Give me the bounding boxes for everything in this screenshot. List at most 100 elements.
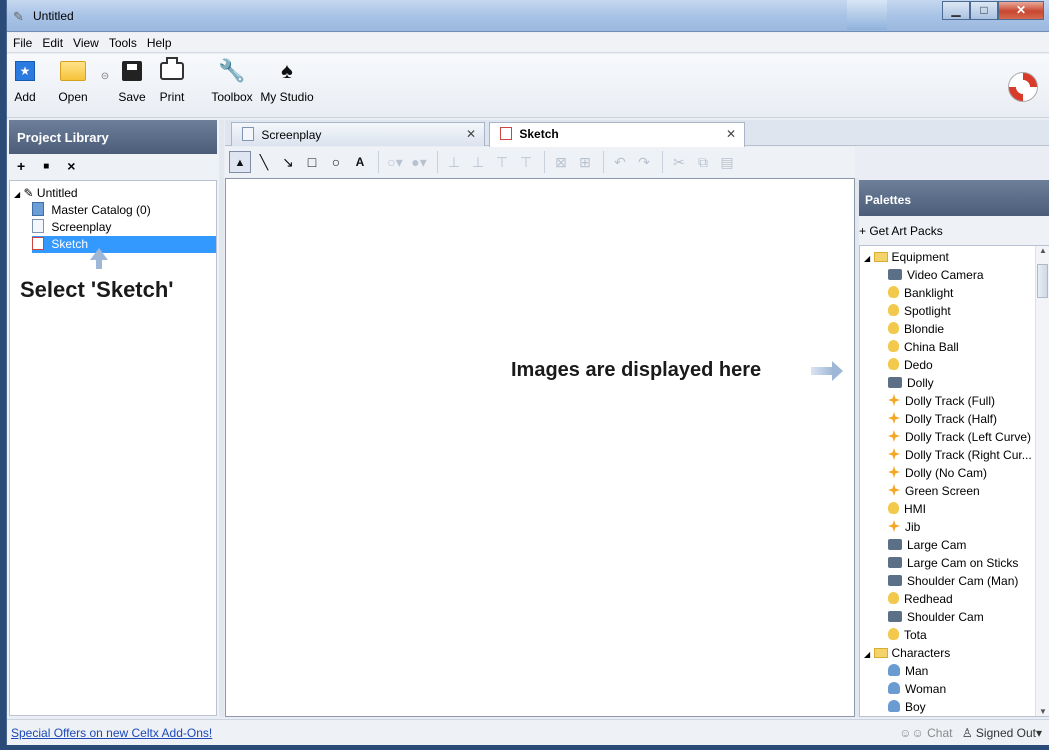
track-icon (888, 430, 900, 442)
sketch-icon (32, 237, 44, 250)
menu-tools[interactable]: Tools (109, 36, 137, 50)
left-splitter[interactable] (219, 120, 224, 717)
tree-item-sketch[interactable]: Sketch (32, 236, 216, 253)
camera-icon (888, 611, 902, 622)
delete-item-button[interactable]: × (67, 158, 75, 174)
tree-root[interactable]: ◢ ✎ Untitled (14, 185, 78, 202)
bulb-icon (888, 304, 899, 316)
line-tool-icon[interactable]: ╲ (253, 151, 275, 173)
signed-out-menu[interactable]: Signed Out▾ (976, 726, 1042, 740)
copy-icon[interactable]: ⧉ (692, 151, 714, 173)
tree-item-master-catalog[interactable]: Master Catalog (0) (32, 202, 151, 219)
camera-icon (888, 539, 902, 550)
minimize-button[interactable]: ▁ (942, 1, 970, 20)
studio-icon: ♠ (281, 58, 293, 83)
arrow-tool-icon[interactable]: ↘ (277, 151, 299, 173)
app-icon: ✎ (13, 9, 24, 24)
palette-item[interactable]: HMI (888, 500, 926, 518)
stroke-color-icon[interactable]: ○▾ (384, 151, 406, 173)
palette-item[interactable]: Woman (888, 680, 946, 698)
align-top-icon[interactable]: ⊤ (491, 151, 513, 173)
align-middle-icon[interactable]: ⊤ (515, 151, 537, 173)
user-icon: ♙ (961, 726, 973, 740)
ungroup-icon[interactable]: ⊞ (574, 151, 596, 173)
fill-color-icon[interactable]: ●▾ (408, 151, 430, 173)
tab-sketch[interactable]: Sketch ✕ (489, 122, 745, 147)
palette-item[interactable]: Shoulder Cam (Man) (888, 572, 1018, 590)
palette-item[interactable]: Large Cam on Sticks (888, 554, 1018, 572)
palette-item[interactable]: Video Camera (888, 266, 984, 284)
palette-item[interactable]: Tota (888, 626, 927, 644)
special-offers-link[interactable]: Special Offers on new Celtx Add-Ons! (11, 726, 212, 740)
print-button[interactable]: Print (155, 57, 189, 104)
close-tab-icon[interactable]: ✕ (466, 127, 476, 141)
palette-item[interactable]: Jib (888, 518, 920, 536)
add-item-button[interactable]: + (17, 158, 25, 174)
chat-button[interactable]: ☺☺ Chat (899, 726, 952, 740)
palette-item[interactable]: Green Screen (888, 482, 980, 500)
palette-item[interactable]: Dolly Track (Half) (888, 410, 997, 428)
select-pointer-icon[interactable]: ▲ (229, 151, 251, 173)
palette-item[interactable]: Blondie (888, 320, 944, 338)
palette-item[interactable]: Shoulder Cam (888, 608, 984, 626)
new-folder-button[interactable]: ■ (43, 161, 49, 172)
text-tool-icon[interactable]: A (349, 151, 371, 173)
title-bar: ✎ Untitled ▁ □ ✕ (7, 0, 1049, 32)
palette-group-equipment[interactable]: ◢ Equipment (864, 248, 949, 266)
catalog-icon (32, 202, 44, 216)
close-tab-icon[interactable]: ✕ (726, 127, 736, 141)
redo-icon[interactable]: ↷ (633, 151, 655, 173)
palette-item[interactable]: Large Cam (888, 536, 966, 554)
tree-item-screenplay[interactable]: Screenplay (32, 219, 111, 236)
palette-item[interactable]: Dolly Track (Left Curve) (888, 428, 1031, 446)
palette-item[interactable]: Dolly (888, 374, 934, 392)
menu-view[interactable]: View (73, 36, 99, 50)
palette-item[interactable]: Dedo (888, 356, 933, 374)
palette-item[interactable]: Dolly Track (Right Cur... (888, 446, 1032, 464)
menu-edit[interactable]: Edit (42, 36, 63, 50)
palette-item[interactable]: Redhead (888, 590, 953, 608)
group-icon[interactable]: ⊠ (550, 151, 572, 173)
palette-item[interactable]: Man (888, 662, 928, 680)
close-button[interactable]: ✕ (998, 1, 1044, 20)
tab-screenplay[interactable]: Screenplay ✕ (231, 122, 485, 146)
palette-item[interactable]: Dolly (No Cam) (888, 464, 987, 482)
palettes-title: Palettes (859, 180, 1049, 216)
palette-group-characters[interactable]: ◢ Characters (864, 644, 950, 662)
person-icon (888, 700, 900, 712)
save-button[interactable]: Save (117, 58, 147, 104)
open-button[interactable]: Open (53, 58, 93, 104)
palette-item[interactable]: Banklight (888, 284, 953, 302)
palette-item[interactable]: Boy (888, 698, 926, 716)
scroll-down-icon[interactable]: ▼ (1039, 707, 1047, 716)
open-dropdown[interactable]: ⊝ (99, 68, 111, 82)
document-icon (242, 127, 254, 141)
menu-help[interactable]: Help (147, 36, 172, 50)
maximize-button[interactable]: □ (970, 1, 998, 20)
menu-file[interactable]: File (13, 36, 32, 50)
main-toolbar: ★ Add Open ⊝ Save Print 🔧 Toolbox ♠ My S… (7, 54, 1049, 118)
sketch-canvas[interactable]: Images are displayed here (225, 178, 855, 717)
toolbox-button[interactable]: 🔧 Toolbox (207, 58, 257, 104)
undo-icon[interactable]: ↶ (609, 151, 631, 173)
get-art-packs-link[interactable]: + Get Art Packs (859, 216, 1049, 244)
palette-item[interactable]: China Ball (888, 338, 959, 356)
add-button[interactable]: ★ Add (11, 58, 39, 104)
menu-bar: File Edit View Tools Help (7, 33, 1049, 53)
rectangle-tool-icon[interactable]: □ (301, 151, 323, 173)
bulb-icon (888, 592, 899, 604)
align-left-icon[interactable]: ⊥ (443, 151, 465, 173)
my-studio-button[interactable]: ♠ My Studio (259, 58, 315, 104)
scroll-up-icon[interactable]: ▲ (1039, 246, 1047, 255)
palette-item[interactable]: Spotlight (888, 302, 951, 320)
cut-icon[interactable]: ✂ (668, 151, 690, 173)
scroll-thumb[interactable] (1037, 264, 1048, 298)
paste-icon[interactable]: ▤ (716, 151, 738, 173)
select-sketch-annotation: Select 'Sketch' (20, 277, 174, 302)
palette-item[interactable]: Dolly Track (Full) (888, 392, 995, 410)
palette-scrollbar[interactable]: ▲ ▼ (1035, 246, 1049, 716)
camera-icon (888, 269, 902, 280)
help-lifebuoy-icon[interactable] (1008, 72, 1038, 102)
align-center-icon[interactable]: ⊥ (467, 151, 489, 173)
ellipse-tool-icon[interactable]: ○ (325, 151, 347, 173)
